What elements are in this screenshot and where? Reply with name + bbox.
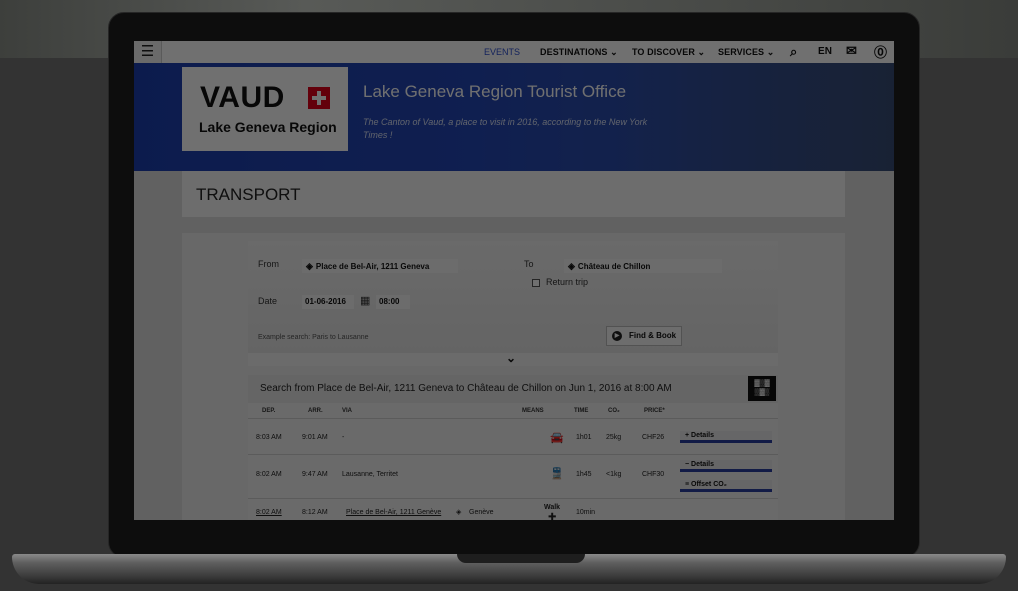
hero-banner: VAUD Lake Geneva Region Lake Geneva Regi…	[134, 63, 894, 171]
price: CHF26	[642, 434, 665, 441]
from-value: Place de Bel-Air, 1211 Geneva	[315, 262, 430, 271]
laptop-base	[12, 554, 1006, 584]
site-title: Lake Geneva Region Tourist Office	[363, 82, 627, 101]
nav-destinations[interactable]: DESTINATIONS ⌄	[540, 47, 618, 58]
walk-icon: ✚	[548, 512, 557, 520]
return-trip-checkbox[interactable]	[532, 279, 540, 287]
arr-time: 9:47 AM	[302, 471, 328, 478]
arrow-right-icon: ▶	[612, 331, 622, 341]
nav-services[interactable]: SERVICES ⌄	[718, 47, 774, 58]
results-header: Search from Place de Bel-Air, 1211 Genev…	[248, 375, 778, 403]
to-label: To	[524, 259, 534, 269]
column-means: MEANS	[522, 408, 544, 414]
page-title-bar: TRANSPORT	[182, 171, 845, 217]
details-button[interactable]: + Details	[680, 431, 772, 443]
car-icon: 🚘	[550, 432, 564, 444]
find-book-button[interactable]: ▶ Find & Book	[606, 326, 682, 346]
nav-events[interactable]: EVENTS	[484, 47, 520, 57]
column-price: PRICE*	[644, 408, 665, 414]
find-book-label: Find & Book	[629, 331, 677, 340]
date-input[interactable]: 01-06-2016	[302, 295, 354, 309]
train-icon: 🚆	[550, 468, 564, 480]
from-label: From	[258, 259, 279, 269]
location-pin-icon: ◈	[306, 261, 313, 271]
language-selector[interactable]: EN	[818, 46, 832, 57]
price: CHF30	[642, 471, 665, 478]
location-pin-icon: ◈	[456, 509, 462, 516]
duration: 10min	[576, 509, 596, 516]
location-pin-icon: ◈	[568, 261, 575, 271]
from-input[interactable]: ◈ Place de Bel-Air, 1211 Geneva	[302, 259, 458, 273]
search-form: From ◈ Place de Bel-Air, 1211 Geneva To ◈…	[248, 241, 778, 353]
arr-time: 9:01 AM	[302, 434, 328, 441]
dep-time: 8:02 AM	[256, 509, 282, 516]
row-divider	[248, 498, 778, 499]
website-screen: ☰ EVENTS DESTINATIONS ⌄ TO DISCOVER ⌄ SE…	[134, 41, 894, 520]
mail-icon[interactable]: ✉	[846, 43, 857, 59]
to-value: Château de Chillon	[577, 262, 651, 271]
offset-co2-button[interactable]: ≡ Offset CO₂	[680, 480, 772, 492]
column-dep: DEP.	[262, 408, 276, 414]
column-co2: CO₂	[608, 408, 620, 414]
via: Place de Bel-Air, 1211 Genève	[346, 509, 442, 516]
nav-to-discover[interactable]: TO DISCOVER ⌄	[632, 47, 705, 58]
date-label: Date	[258, 296, 278, 306]
page-title: TRANSPORT	[196, 185, 301, 204]
calendar-icon[interactable]: ▦	[360, 294, 370, 307]
site-tagline: The Canton of Vaud, a place to visit in …	[363, 117, 648, 140]
via: -	[342, 434, 345, 441]
arr-time: 8:12 AM	[302, 509, 328, 516]
co2-value: 25kg	[606, 434, 622, 441]
time-input[interactable]: 08:00	[376, 295, 410, 309]
row-divider	[248, 454, 778, 455]
hamburger-icon[interactable]: ☰	[134, 41, 162, 63]
column-arr: ARR.	[308, 408, 323, 414]
walk-label: Walk	[544, 504, 561, 511]
column-time: TIME	[574, 408, 589, 414]
column-via: VIA	[342, 408, 353, 414]
qr-code-icon[interactable]: ▓▒▓ ▒▓▒	[748, 376, 776, 401]
details-button[interactable]: − Details	[680, 460, 772, 472]
search-icon[interactable]: ⌕	[790, 44, 797, 60]
example-search-hint: Example search: Paris to Lausanne	[258, 334, 369, 341]
logo-subtitle: Lake Geneva Region	[199, 119, 337, 135]
chevron-down-icon[interactable]: ⌄	[506, 351, 516, 365]
to-input[interactable]: ◈ Château de Chillon	[564, 259, 722, 273]
top-navigation: ☰ EVENTS DESTINATIONS ⌄ TO DISCOVER ⌄ SE…	[134, 41, 894, 63]
duration: 1h45	[576, 471, 592, 478]
swiss-cross-icon	[308, 87, 330, 109]
laptop-notch	[457, 554, 585, 563]
header-divider	[248, 418, 778, 419]
dep-time: 8:02 AM	[256, 471, 282, 478]
form-toggle[interactable]: ⌄	[248, 351, 778, 366]
results-summary: Search from Place de Bel-Air, 1211 Genev…	[260, 383, 672, 394]
via-destination: Genève	[469, 509, 494, 516]
via: Lausanne, Territet	[342, 471, 398, 478]
duration: 1h01	[576, 434, 592, 441]
return-trip-label: Return trip	[546, 277, 589, 287]
dep-time: 8:03 AM	[256, 434, 282, 441]
results-panel: Search from Place de Bel-Air, 1211 Genev…	[248, 375, 778, 520]
logo-text: VAUD	[200, 81, 285, 114]
logo[interactable]: VAUD Lake Geneva Region	[182, 67, 348, 151]
help-icon[interactable]: ⓪	[874, 42, 887, 61]
co2-value: <1kg	[606, 471, 622, 478]
